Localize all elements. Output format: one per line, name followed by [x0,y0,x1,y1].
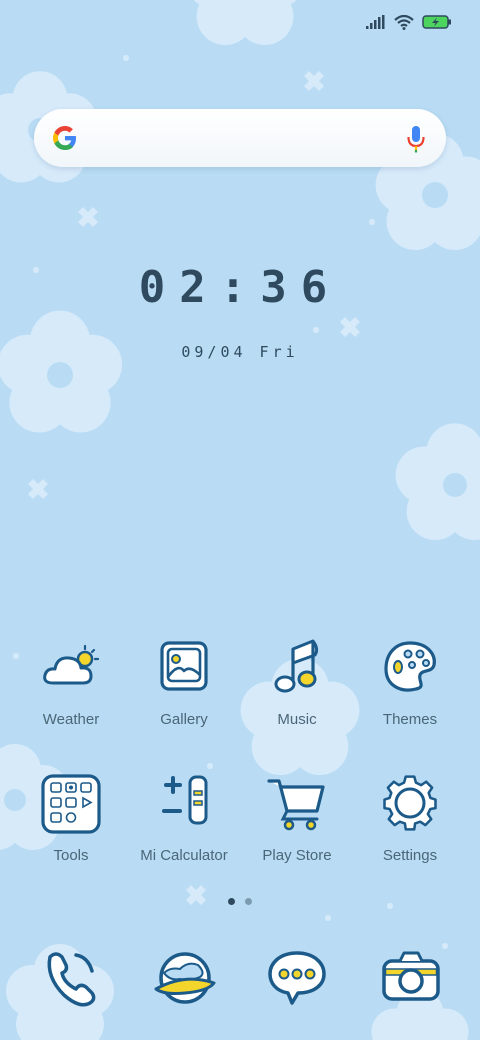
page-dot-active[interactable] [228,898,235,905]
app-label: Themes [382,711,438,728]
messages-icon [268,951,326,1005]
app-gallery[interactable]: Gallery [127,637,241,728]
dock-phone[interactable] [36,943,106,1013]
camera-icon [382,951,440,1001]
calculator-icon [162,775,208,825]
gallery-icon [160,641,208,691]
app-label: Tools [53,847,89,864]
gear-icon [383,775,437,831]
google-logo-icon [53,126,76,150]
weather-icon [43,644,100,685]
app-themes[interactable]: Themes [353,637,467,728]
app-label: Settings [382,847,438,864]
app-play-store[interactable]: Play Store [240,773,354,864]
signal-icon [366,15,385,29]
dock-camera[interactable] [376,943,446,1013]
clock-date[interactable]: 09/04 Fri [0,343,480,361]
tools-folder-icon [41,774,101,834]
app-label: Weather [42,711,100,728]
app-label: Gallery [160,711,208,728]
music-icon [274,639,319,693]
dock-browser[interactable] [150,943,220,1013]
cart-icon [267,779,325,831]
app-mi-calculator[interactable]: Mi Calculator [127,773,241,864]
page-indicator[interactable] [0,898,480,905]
clock-time[interactable]: 02:36 [0,262,480,313]
microphone-icon[interactable] [406,124,426,154]
wifi-icon [394,14,414,30]
app-settings[interactable]: Settings [353,773,467,864]
app-weather[interactable]: Weather [14,637,128,728]
themes-icon [384,641,436,692]
browser-icon [154,952,216,1004]
status-bar [366,10,452,34]
app-music[interactable]: Music [240,637,354,728]
battery-charging-icon [422,15,451,29]
dock-messages[interactable] [262,943,332,1013]
google-search-bar[interactable] [34,109,446,167]
app-label: Music [277,711,317,728]
page-dot[interactable] [245,898,252,905]
phone-icon [47,952,96,1007]
app-tools[interactable]: Tools [14,773,128,864]
app-label: Play Store [262,847,332,864]
app-label: Mi Calculator [140,847,228,864]
